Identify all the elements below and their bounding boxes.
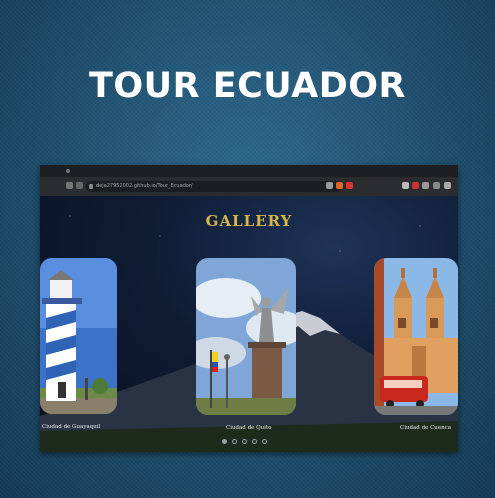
puzzle-icon[interactable]	[422, 182, 429, 189]
caption-quito: Ciudad de Quito	[226, 425, 272, 431]
page-viewport: GALLERY Ciudad de Guayaquil Ciudad de Qu…	[40, 196, 458, 452]
menu-icon[interactable]	[444, 182, 451, 189]
browser-tab-strip	[40, 165, 458, 177]
gallery-card-guayaquil[interactable]	[40, 258, 117, 414]
brave-shield-icon[interactable]	[336, 182, 343, 189]
tab-icon[interactable]	[66, 169, 70, 173]
share-icon[interactable]	[326, 182, 333, 189]
site-info-icon[interactable]	[76, 182, 83, 189]
profile-icon[interactable]	[433, 182, 440, 189]
rewards-icon[interactable]	[346, 182, 353, 189]
lighthouse-image	[40, 258, 117, 414]
browser-screenshot: deja27952002.github.io/Tour_Ecuador/ GAL…	[40, 165, 458, 452]
address-bar[interactable]: deja27952002.github.io/Tour_Ecuador/	[86, 181, 342, 192]
reload-icon[interactable]	[66, 182, 73, 189]
carousel-dot[interactable]	[252, 439, 257, 444]
carousel-dot[interactable]	[242, 439, 247, 444]
gallery-card-quito[interactable]	[196, 258, 296, 415]
carousel-dot[interactable]	[222, 439, 227, 444]
url-text: deja27952002.github.io/Tour_Ecuador/	[96, 183, 193, 189]
carousel-dot[interactable]	[262, 439, 267, 444]
gallery-card-cuenca[interactable]	[374, 258, 458, 415]
caption-guayaquil: Ciudad de Guayaquil	[42, 424, 101, 430]
page-title: TOUR ECUADOR	[89, 66, 406, 106]
gallery-heading: GALLERY	[205, 212, 293, 230]
extension-icon[interactable]	[402, 182, 409, 189]
carousel-dot[interactable]	[232, 439, 237, 444]
caption-cuenca: Ciudad de Cuenca	[400, 425, 452, 431]
lock-icon	[89, 184, 93, 189]
virgin-statue-image	[196, 258, 296, 415]
extension-red-icon[interactable]	[412, 182, 419, 189]
browser-toolbar: deja27952002.github.io/Tour_Ecuador/	[40, 177, 458, 196]
cathedral-image	[374, 258, 458, 415]
